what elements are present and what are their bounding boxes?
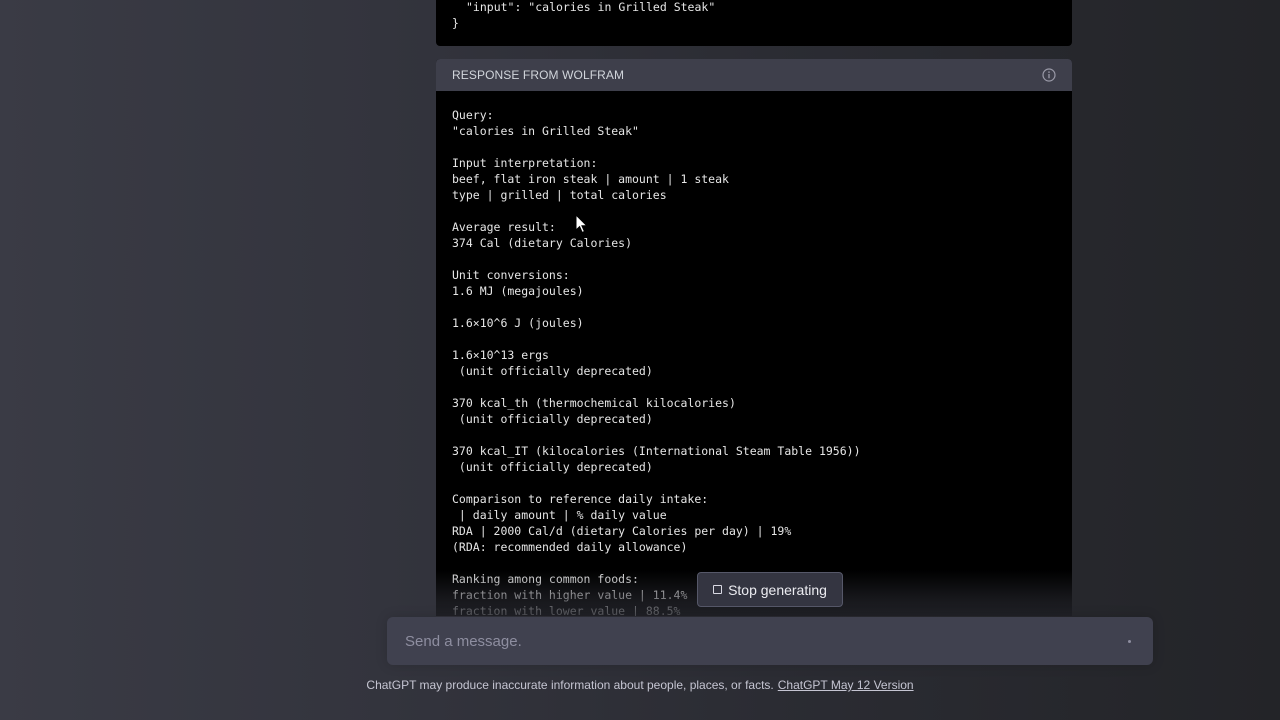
response-line: Input interpretation: — [452, 156, 598, 170]
version-link[interactable]: ChatGPT May 12 Version — [778, 678, 914, 692]
footer-disclaimer: ChatGPT may produce inaccurate informati… — [0, 678, 1280, 692]
wolfram-response-panel: RESPONSE FROM WOLFRAM Query: "calories in… — [436, 59, 1072, 616]
response-text: Query: "calories in Grilled Steak" Input i… — [452, 107, 1056, 616]
response-line: (RDA: recommended daily allowance) — [452, 540, 688, 554]
response-line — [452, 475, 1056, 491]
response-line: beef, flat iron steak | amount | 1 steak — [452, 172, 729, 186]
response-body: Query: "calories in Grilled Steak" Input i… — [436, 91, 1072, 616]
info-icon[interactable] — [1042, 68, 1056, 82]
response-line — [452, 427, 1056, 443]
response-line: type | grilled | total calories — [452, 188, 667, 202]
response-line: 1.6×10^6 J (joules) — [452, 316, 584, 330]
response-line: 1.6 MJ (megajoules) — [452, 284, 584, 298]
response-line — [452, 555, 1056, 571]
stop-icon — [713, 585, 723, 594]
response-line: Query: — [452, 108, 494, 122]
footer-disclaimer-text: ChatGPT may produce inaccurate informati… — [366, 678, 774, 692]
response-line: (unit officially deprecated) — [452, 364, 653, 378]
response-line — [452, 331, 1056, 347]
response-line: (unit officially deprecated) — [452, 412, 653, 426]
response-line: (unit officially deprecated) — [452, 460, 653, 474]
response-title: RESPONSE FROM WOLFRAM — [452, 68, 625, 82]
response-line: Average result: — [452, 220, 556, 234]
response-header: RESPONSE FROM WOLFRAM — [436, 59, 1072, 91]
response-line — [452, 139, 1056, 155]
chat-page: "input": "calories in Grilled Steak" } R… — [0, 0, 1280, 720]
request-code-block: "input": "calories in Grilled Steak" } — [436, 0, 1072, 46]
mouse-cursor-icon — [575, 214, 589, 234]
response-line: | daily amount | % daily value — [452, 508, 667, 522]
response-line — [452, 203, 1056, 219]
response-line — [452, 251, 1056, 267]
response-line: RDA | 2000 Cal/d (dietary Calories per d… — [452, 524, 792, 538]
loading-dots-icon — [1121, 636, 1137, 646]
request-code-closing-brace: } — [452, 16, 459, 30]
response-line: 370 kcal_IT (kilocalories (International… — [452, 444, 861, 458]
stop-generating-label: Stop generating — [728, 581, 827, 598]
request-code-line: "input": "calories in Grilled Steak" — [466, 0, 716, 14]
response-line: Comparison to reference daily intake: — [452, 492, 709, 506]
response-line: Unit conversions: — [452, 268, 570, 282]
response-line: "calories in Grilled Steak" — [452, 124, 639, 138]
message-input[interactable] — [403, 631, 1121, 651]
response-line — [452, 379, 1056, 395]
response-line — [452, 299, 1056, 315]
response-line: 1.6×10^13 ergs — [452, 348, 549, 362]
response-line: 374 Cal (dietary Calories) — [452, 236, 633, 250]
response-line: 370 kcal_th (thermochemical kilocalories… — [452, 396, 736, 410]
message-composer — [387, 617, 1153, 665]
stop-generating-button[interactable]: Stop generating — [697, 572, 843, 607]
